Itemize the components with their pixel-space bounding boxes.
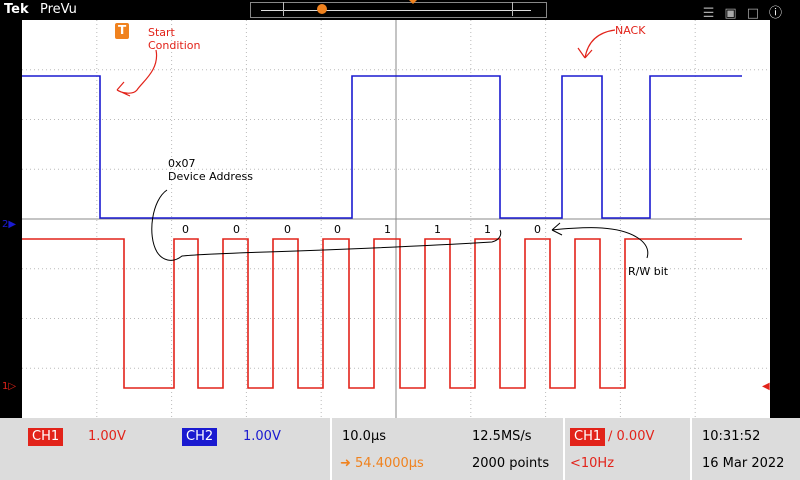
divider [330,418,332,480]
record-length-bar[interactable] [250,2,547,18]
bit-label: 1 [384,223,391,236]
start-condition-annotation: Start Condition [148,26,201,52]
trigger-source-badge[interactable]: CH1 [570,428,606,446]
bit-label: 0 [534,223,541,236]
timebase[interactable]: 10.0µs [342,429,386,444]
ch2-badge[interactable]: CH2 [182,428,218,446]
ch1-scale[interactable]: 1.00V [88,429,126,444]
record-points: 2000 points [472,456,550,471]
divider [563,418,565,480]
help-icon[interactable]: ⓘ [769,6,792,21]
status-icons: ☰▣□ⓘ [703,2,792,21]
nack-arrow [577,29,616,59]
bit-label: 0 [233,223,240,236]
bit-label: 0 [284,223,291,236]
position-arrow-icon: ➜ [340,456,356,471]
network-icon[interactable]: ▣ [724,6,746,21]
trigger-marker: T [118,23,127,37]
top-bar: Tek PreVu ☰▣□ⓘ [0,0,800,21]
trigger-position-marker [317,4,327,14]
divider [690,418,692,480]
ch1-marker-label: 1 [2,381,9,392]
clock-time: 10:31:52 [702,429,761,444]
ch1-waveform [22,238,742,389]
ch2-waveform [22,75,742,219]
position-value: 54.4000µs [355,456,424,471]
horizontal-position[interactable]: ➜ 54.4000µs [340,456,424,471]
clock-date: 16 Mar 2022 [702,456,785,471]
bit-label: 1 [484,223,491,236]
address-label: Device Address [168,170,253,183]
ch1-level-marker[interactable]: 1▷ [2,381,16,392]
rw-bit-annotation: R/W bit [628,265,669,278]
wifi-icon[interactable]: ☰ [703,6,725,21]
start-arrow [116,49,158,97]
bit-label: 0 [334,223,341,236]
ch1-badge[interactable]: CH1 [28,428,64,446]
device-address-annotation: 0x07 Device Address [168,157,253,183]
trigger-level-value: 0.00V [616,429,655,444]
acquisition-mode: PreVu [40,2,77,17]
ch2-marker-label: 2 [2,219,9,230]
brand-logo: Tek [4,2,29,17]
sample-rate: 12.5MS/s [472,429,532,444]
waveform-svg [22,20,770,418]
trigger-point-icon [409,0,417,4]
trigger-level[interactable]: ∕ 0.00V [608,429,654,444]
window-icon[interactable]: □ [747,6,769,21]
ch2-scale[interactable]: 1.00V [243,429,281,444]
address-brace [151,189,502,261]
waveform-display[interactable]: T Start Condition NACK 0x07 Device Addre… [22,20,770,418]
address-value: 0x07 [168,157,196,170]
ch2-level-marker[interactable]: 2▶ [2,219,16,230]
trigger-frequency: <10Hz [570,456,615,471]
start-label-line2: Condition [148,39,201,52]
rising-edge-icon: ∕ [608,429,617,444]
trigger-level-marker[interactable]: ◀ [762,381,770,392]
bit-label: 1 [434,223,441,236]
start-label-line1: Start [148,26,175,39]
nack-annotation: NACK [615,24,646,37]
bit-label: 0 [182,223,189,236]
